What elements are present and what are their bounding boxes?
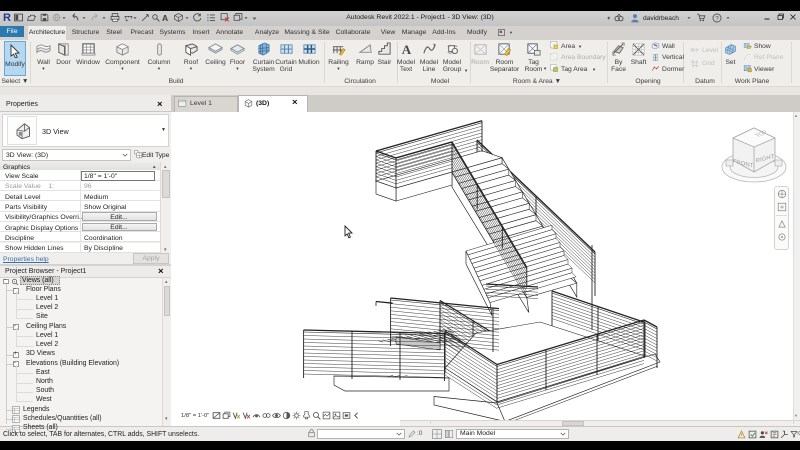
svg-text:?: ? (715, 16, 718, 22)
svg-text:A: A (401, 42, 411, 57)
